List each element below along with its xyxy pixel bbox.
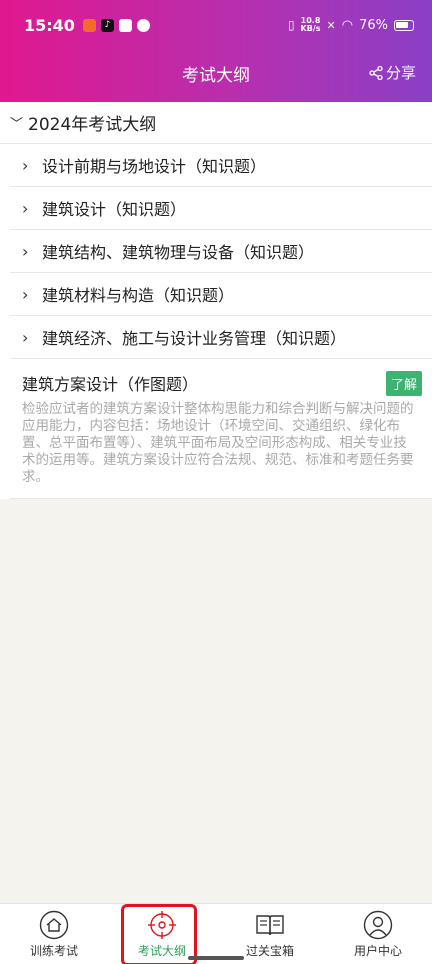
outline-root-label: 2024年考试大纲 — [28, 115, 157, 135]
battery-icon — [394, 19, 414, 31]
chevron-right-icon: › — [22, 241, 29, 261]
outline-item-label: 设计前期与场地设计（知识题） — [42, 157, 267, 176]
tab-exam-outline[interactable]: 考试大纲 — [108, 904, 216, 964]
tab-training-exam[interactable]: 训练考试 — [0, 904, 108, 964]
wifi-icon: ◠ — [341, 17, 354, 33]
outline-item[interactable]: › 建筑材料与构造（知识题） — [10, 273, 432, 316]
chevron-right-icon: › — [22, 284, 29, 304]
outline-item-label: 建筑经济、施工与设计业务管理（知识题） — [42, 329, 347, 348]
outline-item-label: 建筑结构、建筑物理与设备（知识题） — [42, 243, 315, 262]
outline-item-label: 建筑材料与构造（知识题） — [42, 286, 235, 305]
app-header: 15:40 ♪ ▯ 10.8 KB/s ✕ ◠ 76% 考试大纲 分享 — [0, 0, 432, 102]
outline-detail-card: 建筑方案设计（作图题） 了解 检验应试者的建筑方案设计整体构思能力和综合判断与解… — [10, 359, 432, 499]
home-indicator — [188, 956, 244, 960]
tab-user-center[interactable]: 用户中心 — [324, 904, 432, 964]
tab-label: 过关宝箱 — [245, 944, 294, 958]
tab-pass-treasure[interactable]: 过关宝箱 — [216, 904, 324, 964]
user-icon — [363, 910, 393, 940]
outline-item[interactable]: › 设计前期与场地设计（知识题） — [10, 144, 432, 187]
outline-root[interactable]: ﹀ 2024年考试大纲 — [0, 102, 432, 144]
tab-label: 考试大纲 — [137, 944, 186, 958]
outline-item-label: 建筑设计（知识题） — [42, 200, 187, 219]
learn-more-button[interactable]: 了解 — [385, 371, 422, 396]
share-button[interactable]: 分享 — [369, 62, 416, 83]
outline-item[interactable]: › 建筑结构、建筑物理与设备（知识题） — [10, 230, 432, 273]
detail-description: 检验应试者的建筑方案设计整体构思能力和综合判断与解决问题的应用能力，内容包括：场… — [22, 401, 414, 485]
app-notify-icon — [118, 18, 132, 32]
chevron-right-icon: › — [22, 155, 29, 175]
status-time: 15:40 — [24, 15, 75, 35]
status-right-group: ▯ 10.8 KB/s ✕ ◠ 76% — [288, 17, 414, 33]
vibrate-icon: ▯ — [287, 18, 295, 32]
chevron-right-icon: › — [22, 327, 29, 347]
notification-app-icon — [82, 18, 96, 32]
status-bar: 15:40 ♪ ▯ 10.8 KB/s ✕ ◠ 76% — [0, 0, 432, 50]
net-speed: 10.8 KB/s — [301, 17, 321, 33]
nav-bar: 考试大纲 分享 — [0, 50, 432, 96]
page-title: 考试大纲 — [182, 65, 250, 86]
net-speed-unit: KB/s — [300, 24, 321, 33]
tab-label: 训练考试 — [29, 944, 78, 958]
share-icon — [369, 65, 383, 80]
target-icon — [148, 911, 176, 939]
book-icon — [256, 915, 284, 936]
detail-title: 建筑方案设计（作图题） — [22, 375, 199, 394]
home-icon — [39, 910, 69, 940]
tiktok-icon: ♪ — [100, 18, 114, 32]
outline-tree: ﹀ 2024年考试大纲 › 设计前期与场地设计（知识题） › 建筑设计（知识题）… — [0, 102, 432, 499]
clover-icon — [136, 18, 150, 32]
chevron-down-icon: ﹀ — [10, 117, 24, 132]
bottom-tab-bar: 训练考试 考试大纲 过关宝箱 用户中心 — [0, 903, 432, 964]
tab-label: 用户中心 — [353, 944, 402, 958]
outline-item[interactable]: › 建筑设计（知识题） — [10, 187, 432, 230]
battery-percent: 76% — [359, 17, 388, 33]
share-label: 分享 — [385, 64, 416, 82]
chevron-right-icon: › — [22, 198, 29, 218]
outline-item[interactable]: › 建筑经济、施工与设计业务管理（知识题） — [10, 316, 432, 359]
sim-icon: ✕ — [326, 18, 336, 32]
